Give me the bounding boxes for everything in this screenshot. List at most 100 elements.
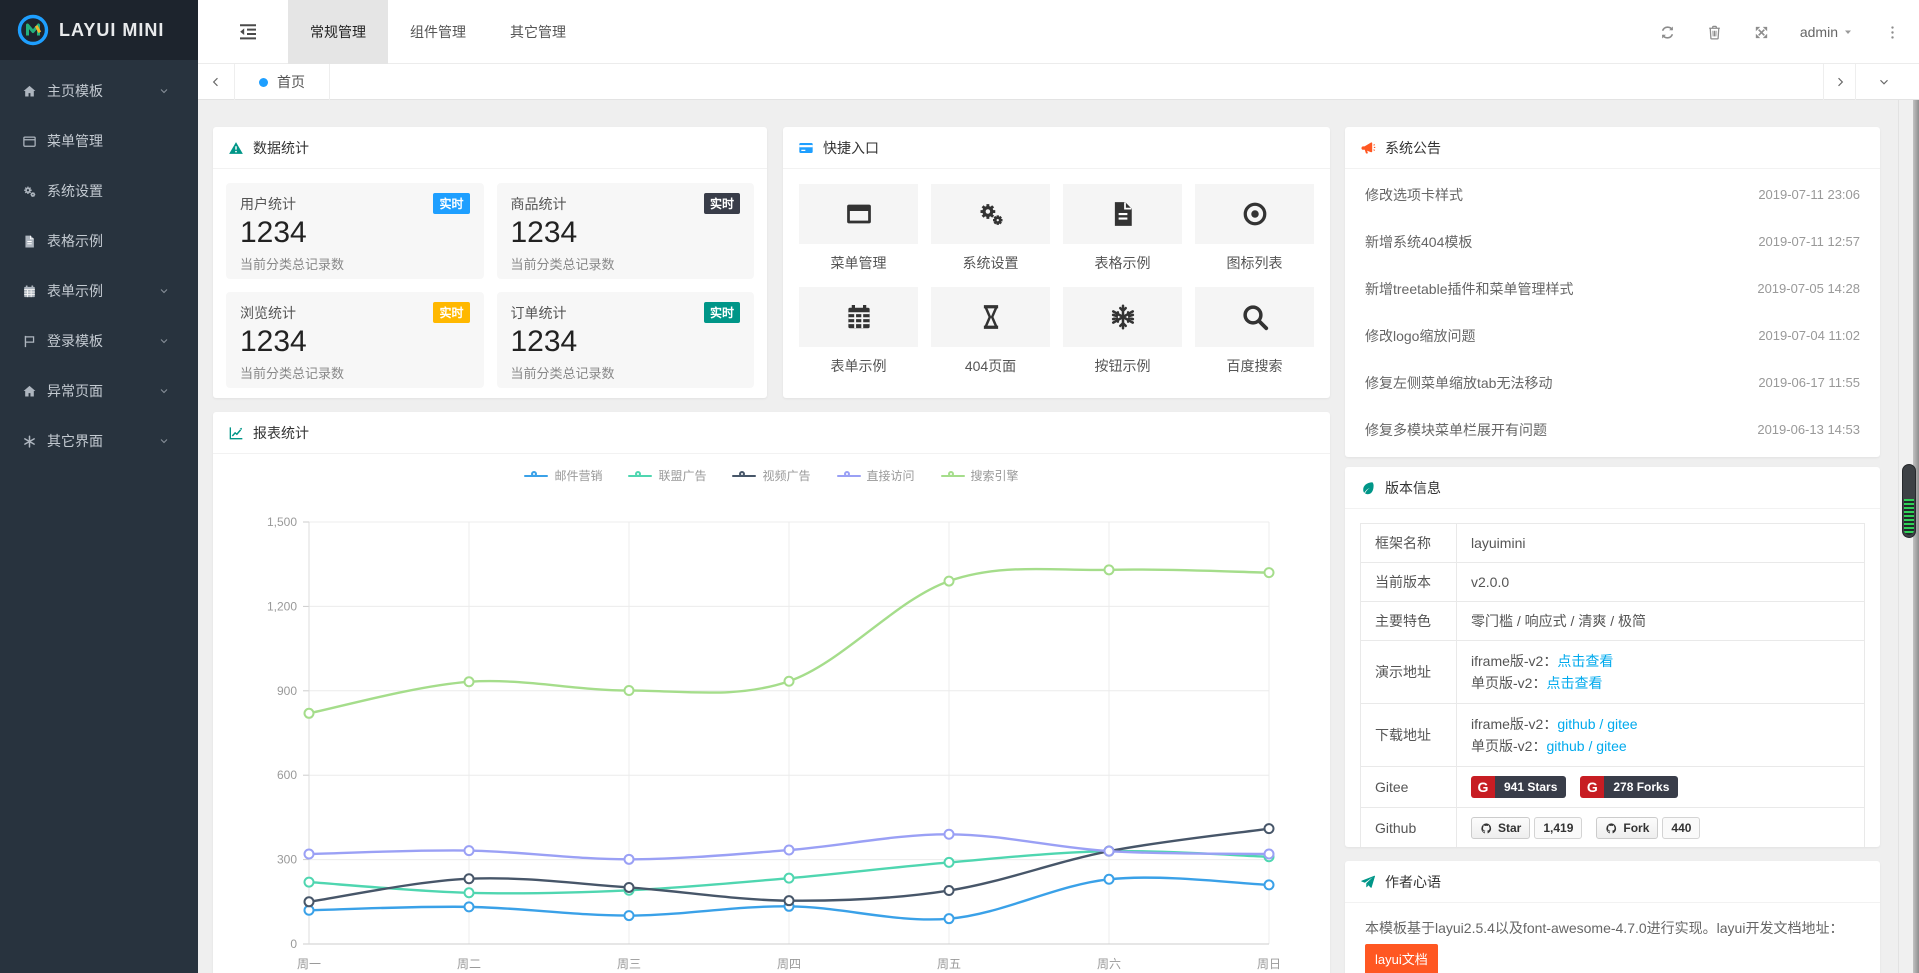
nav-tab-1[interactable]: 组件管理 xyxy=(388,0,488,64)
quick-entry-4[interactable]: 表单示例 xyxy=(799,287,918,376)
panel-quick-entry: 快捷入口 菜单管理 系统设置 表格示例 图标列表 表单示例 404页面 按钮示例… xyxy=(783,127,1330,398)
sidebar-item-4[interactable]: 表单示例 xyxy=(0,266,198,316)
user-dropdown[interactable]: admin xyxy=(1800,24,1854,40)
notice-item-3[interactable]: 修改logo缩放问题 2019-07-04 11:02 xyxy=(1365,312,1860,359)
nav-tab-0[interactable]: 常规管理 xyxy=(288,0,388,64)
notice-item-4[interactable]: 修复左侧菜单缩放tab无法移动 2019-06-17 11:55 xyxy=(1365,359,1860,406)
gitee-logo: G xyxy=(1580,776,1604,798)
legend-item-2[interactable]: 视频广告 xyxy=(732,467,810,484)
notice-item-5[interactable]: 修复多模块菜单栏展开有问题 2019-06-13 14:53 xyxy=(1365,406,1860,453)
notice-item-0[interactable]: 修改选项卡样式 2019-07-11 23:06 xyxy=(1365,171,1860,218)
notice-item-2[interactable]: 新增treetable插件和菜单管理样式 2019-07-05 14:28 xyxy=(1365,265,1860,312)
report-line-chart[interactable]: 03006009001,2001,500周一周二周三周四周五周六周日 xyxy=(213,484,1330,973)
credit-card-icon xyxy=(798,140,814,156)
notice-date: 2019-07-04 11:02 xyxy=(1758,328,1860,343)
active-tab-dot xyxy=(259,78,268,87)
version-link[interactable]: github xyxy=(1557,716,1595,732)
sidebar-item-5[interactable]: 登录模板 xyxy=(0,316,198,366)
nav-tab-2[interactable]: 其它管理 xyxy=(488,0,588,64)
tab-home[interactable]: 首页 xyxy=(235,64,330,100)
tab-scroll-left-button[interactable] xyxy=(198,64,235,100)
gitee-badge-label: 941 Stars xyxy=(1495,776,1566,798)
quick-entry-6[interactable]: 按钮示例 xyxy=(1063,287,1182,376)
github-badge[interactable]: Fork440 xyxy=(1596,817,1700,839)
gitee-badge[interactable]: G941 Stars xyxy=(1471,776,1566,798)
version-link[interactable]: gitee xyxy=(1596,738,1626,754)
version-label: 演示地址 xyxy=(1361,641,1457,704)
chevron-down-icon xyxy=(158,435,170,447)
hg-icon xyxy=(976,302,1006,332)
quick-entry-0[interactable]: 菜单管理 xyxy=(799,184,918,273)
sidebar-item-0[interactable]: 主页模板 xyxy=(0,66,198,116)
sidebar: LAYUI MINI 主页模板菜单管理系统设置表格示例表单示例登录模板异常页面其… xyxy=(0,0,198,973)
quick-entry-label: 表格示例 xyxy=(1063,253,1182,273)
version-label: 主要特色 xyxy=(1361,602,1457,641)
realtime-badge: 实时 xyxy=(704,193,740,214)
tab-scroll-right-button[interactable] xyxy=(1823,64,1855,100)
refresh-button[interactable] xyxy=(1659,24,1676,41)
sidebar-item-2[interactable]: 系统设置 xyxy=(0,166,198,216)
version-row-3: 演示地址iframe版-v2：点击查看单页版-v2：点击查看 xyxy=(1361,641,1865,704)
github-btn-label: Fork xyxy=(1623,821,1649,835)
version-value: v2.0.0 xyxy=(1471,574,1509,590)
legend-item-4[interactable]: 搜索引擎 xyxy=(941,467,1019,484)
quick-entry-3[interactable]: 图标列表 xyxy=(1195,184,1314,273)
panel-data-stats-header: 数据统计 xyxy=(213,127,767,169)
tab-collapse-button[interactable] xyxy=(1855,64,1912,100)
panel-title: 作者心语 xyxy=(1385,872,1441,892)
link-prefix: 单页版-v2： xyxy=(1471,675,1546,691)
github-octocat-icon xyxy=(1605,822,1618,835)
quick-entry-1[interactable]: 系统设置 xyxy=(931,184,1050,273)
version-row-2: 主要特色零门槛 / 响应式 / 清爽 / 极简 xyxy=(1361,602,1865,641)
stat-cards: 用户统计 实时 1234 当前分类总记录数 商品统计 实时 1234 当前分类总… xyxy=(213,169,767,398)
header-nav: 常规管理组件管理其它管理 xyxy=(288,0,588,64)
paper-plane-icon xyxy=(1360,874,1376,890)
version-label: 当前版本 xyxy=(1361,563,1457,602)
quick-entry-label: 菜单管理 xyxy=(799,253,918,273)
layui-logo-icon xyxy=(16,13,50,47)
gitee-badge[interactable]: G278 Forks xyxy=(1580,776,1678,798)
refresh-icon xyxy=(1659,24,1676,41)
chart-legend: 邮件营销 联盟广告 视频广告 直接访问 搜索引擎 xyxy=(213,467,1330,484)
more-menu-button[interactable] xyxy=(1884,24,1901,41)
chevron-left-icon xyxy=(209,75,223,89)
svg-text:周日: 周日 xyxy=(1257,957,1281,971)
github-count: 1,419 xyxy=(1534,817,1582,839)
quick-entry-5[interactable]: 404页面 xyxy=(931,287,1050,376)
stat-label: 商品统计 xyxy=(511,194,567,214)
sidebar-item-label: 其它界面 xyxy=(47,431,103,451)
fullscreen-button[interactable] xyxy=(1753,24,1770,41)
stat-card-1: 商品统计 实时 1234 当前分类总记录数 xyxy=(497,183,755,279)
quick-entry-7[interactable]: 百度搜索 xyxy=(1195,287,1314,376)
sidebar-item-7[interactable]: 其它界面 xyxy=(0,416,198,466)
link-prefix: 单页版-v2： xyxy=(1471,738,1546,754)
version-link[interactable]: 点击查看 xyxy=(1546,675,1602,691)
version-link[interactable]: 点击查看 xyxy=(1557,653,1613,669)
username: admin xyxy=(1800,24,1838,40)
clear-cache-button[interactable] xyxy=(1706,24,1723,41)
notice-item-1[interactable]: 新增系统404模板 2019-07-11 12:57 xyxy=(1365,218,1860,265)
panel-data-stats: 数据统计 用户统计 实时 1234 当前分类总记录数 商品统计 实时 1234 … xyxy=(213,127,767,398)
quick-entry-label: 按钮示例 xyxy=(1063,356,1182,376)
collapse-sidebar-button[interactable] xyxy=(236,20,262,44)
scrollbar-thumb[interactable] xyxy=(1902,464,1916,538)
kebab-menu-icon xyxy=(1884,24,1901,41)
version-label: 下载地址 xyxy=(1361,704,1457,767)
version-link[interactable]: gitee xyxy=(1607,716,1637,732)
sidebar-item-1[interactable]: 菜单管理 xyxy=(0,116,198,166)
sidebar-item-3[interactable]: 表格示例 xyxy=(0,216,198,266)
legend-item-1[interactable]: 联盟广告 xyxy=(628,467,706,484)
app-title: LAYUI MINI xyxy=(59,20,164,41)
expand-icon xyxy=(1753,24,1770,41)
panel-version-info: 版本信息 框架名称layuimini当前版本v2.0.0主要特色零门槛 / 响应… xyxy=(1345,467,1880,847)
github-badge[interactable]: Star1,419 xyxy=(1471,817,1582,839)
quick-entry-label: 图标列表 xyxy=(1195,253,1314,273)
stat-value: 1234 xyxy=(240,323,470,361)
quick-entry-2[interactable]: 表格示例 xyxy=(1063,184,1182,273)
sidebar-item-6[interactable]: 异常页面 xyxy=(0,366,198,416)
legend-item-3[interactable]: 直接访问 xyxy=(837,467,915,484)
layui-doc-badge[interactable]: layui文档 xyxy=(1365,944,1438,973)
version-link[interactable]: github xyxy=(1546,738,1584,754)
legend-item-0[interactable]: 邮件营销 xyxy=(524,467,602,484)
app-logo[interactable]: LAYUI MINI xyxy=(0,0,198,60)
